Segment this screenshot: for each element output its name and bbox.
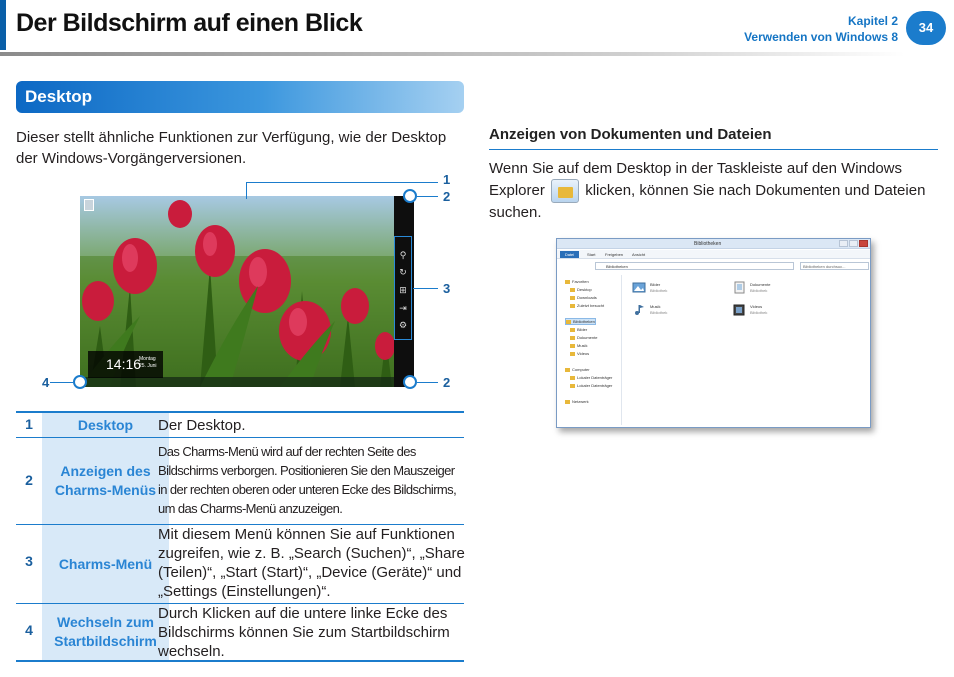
file-explorer-icon: [551, 179, 580, 203]
callout-circle-2-bottom: [403, 375, 417, 389]
callout-circle-2-top: [403, 189, 417, 203]
chapter-label: Kapitel 2: [847, 14, 898, 28]
close-button[interactable]: [859, 240, 868, 247]
videos-library-icon: [733, 304, 745, 316]
clock-day: Montag: [139, 356, 156, 362]
ribbon-tab-share[interactable]: Freigeben: [605, 252, 623, 257]
row-label: Charms-Menü: [42, 525, 169, 603]
clock-date: Montag 25. Juni: [139, 356, 157, 370]
nav-item[interactable]: Netzwerk: [565, 399, 589, 404]
settings-gear-icon[interactable]: ⚙: [397, 319, 409, 331]
windows-start-icon[interactable]: ⊞: [397, 284, 409, 296]
ribbon-tab-view[interactable]: Ansicht: [632, 252, 645, 257]
nav-item[interactable]: Dokumente: [570, 335, 597, 340]
section-header: Desktop: [16, 81, 464, 113]
nav-item[interactable]: Bilder: [570, 327, 587, 332]
subsection-rule: [489, 149, 938, 150]
nav-item[interactable]: Musik: [570, 343, 587, 348]
clock-date-text: 25. Juni: [139, 363, 157, 369]
table-row: 4 Wechseln zum Startbildschirm Durch Kli…: [16, 604, 464, 660]
row-description: Mit diesem Menü können Sie auf Funktione…: [158, 526, 465, 600]
explorer-ribbon: Datei Start Freigeben Ansicht: [557, 250, 870, 259]
nav-item[interactable]: Favoriten: [565, 279, 589, 284]
navigation-pane: Favoriten Desktop Downloads Zuletzt besu…: [560, 275, 622, 425]
subsection-heading: Anzeigen von Dokumenten und Dateien: [489, 126, 772, 143]
table-row: 1 Desktop Der Desktop.: [16, 413, 464, 437]
chapter-title: Verwenden von Windows 8: [744, 30, 898, 44]
callout-number-2-top: 2: [443, 189, 451, 204]
row-description: Durch Klicken auf die untere linke Ecke …: [158, 605, 450, 660]
intro-text: Dieser stellt ähnliche Funktionen zur Ve…: [16, 129, 447, 167]
callout-number-3: 3: [443, 281, 451, 296]
ribbon-file-tab[interactable]: Datei: [560, 251, 579, 258]
callout-number-4: 4: [42, 375, 50, 390]
explorer-instructions: Wenn Sie auf dem Desktop in der Taskleis…: [489, 159, 939, 223]
row-number: 4: [25, 622, 33, 638]
documents-library-icon: [734, 281, 745, 294]
callout-number-2-bottom: 2: [443, 375, 451, 390]
pictures-library-icon: [632, 282, 646, 293]
callout-line-2-top: [417, 196, 438, 197]
explorer-search-input[interactable]: Bibliotheken durchsuc...: [800, 262, 869, 270]
devices-icon[interactable]: ⇥: [397, 302, 409, 314]
clock-overlay: 14:16 Montag 25. Juni: [88, 351, 163, 378]
header-accent-bar: [0, 0, 6, 50]
nav-item[interactable]: Zuletzt besucht: [570, 303, 604, 308]
address-row: Bibliotheken Bibliotheken durchsuc...: [560, 262, 869, 270]
nav-item[interactable]: Desktop: [570, 287, 592, 292]
nav-item[interactable]: Computer: [565, 367, 590, 372]
page-title: Der Bildschirm auf einen Blick: [16, 9, 363, 37]
row-description: Das Charms-Menü wird auf der rechten Sei…: [158, 444, 457, 516]
callout-line-3: [413, 288, 438, 289]
header-rule: [0, 52, 905, 56]
row-number: 3: [25, 553, 33, 569]
callout-line-1-vertical: [246, 182, 247, 199]
search-icon[interactable]: ⚲: [397, 249, 409, 261]
recycle-bin-icon[interactable]: [84, 199, 94, 211]
window-controls: [839, 240, 868, 247]
row-label: Desktop: [42, 413, 169, 437]
table-row: 2 Anzeigen des Charms-Menüs Das Charms-M…: [16, 438, 464, 524]
minimize-button[interactable]: [839, 240, 848, 247]
maximize-button[interactable]: [849, 240, 858, 247]
row-description: Der Desktop.: [158, 417, 246, 434]
callout-line-1: [246, 182, 438, 183]
chapter-info: Kapitel 2 Verwenden von Windows 8: [744, 13, 898, 45]
row-number: 1: [25, 416, 33, 432]
callout-line-2-bottom: [417, 382, 438, 383]
nav-item[interactable]: Downloads: [570, 295, 597, 300]
page-number: 34: [906, 11, 946, 45]
row-label: Anzeigen des Charms-Menüs: [42, 438, 169, 524]
share-icon[interactable]: ↻: [397, 266, 409, 278]
music-library-icon: [635, 305, 644, 315]
callout-line-4: [50, 382, 73, 383]
explorer-title: Bibliotheken: [694, 241, 722, 247]
row-label: Wechseln zum Startbildschirm: [42, 604, 169, 660]
nav-item[interactable]: Videos: [570, 351, 589, 356]
row-number: 2: [25, 472, 33, 488]
callout-circle-4: [73, 375, 87, 389]
ribbon-tab-start[interactable]: Start: [587, 252, 595, 257]
taskbar: [80, 377, 394, 387]
address-text: Bibliotheken: [606, 264, 628, 269]
table-bottom-rule: [16, 660, 464, 662]
nav-item[interactable]: Lokaler Datenträger: [570, 383, 612, 388]
address-bar[interactable]: Bibliotheken: [595, 262, 794, 270]
explorer-titlebar: Bibliotheken: [557, 239, 870, 249]
nav-item[interactable]: Lokaler Datenträger: [570, 375, 612, 380]
callout-number-1: 1: [443, 172, 451, 187]
explorer-window: Bibliotheken Datei Start Freigeben Ansic…: [556, 238, 871, 428]
section-title: Desktop: [25, 87, 93, 106]
table-row: 3 Charms-Menü Mit diesem Menü können Sie…: [16, 525, 465, 603]
clock-time: 14:16: [106, 356, 142, 372]
nav-item-selected[interactable]: Bibliotheken: [565, 318, 596, 325]
